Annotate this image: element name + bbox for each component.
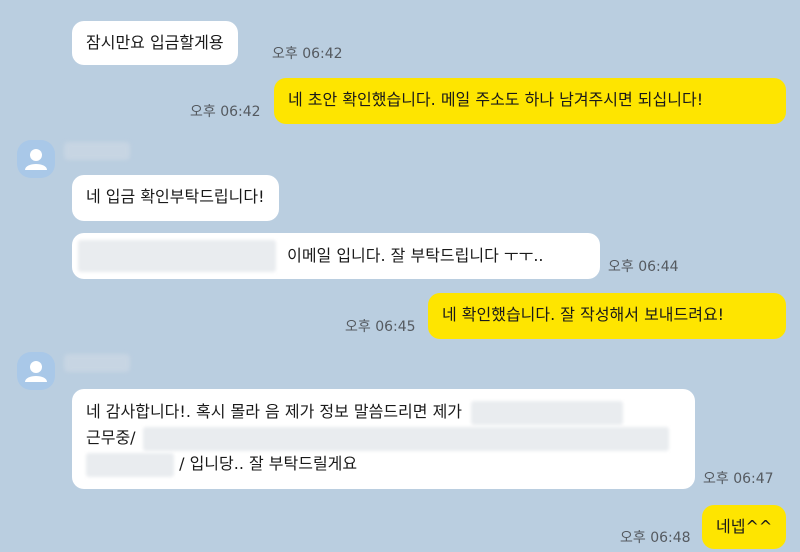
message-bubble-outgoing[interactable]: 네 확인했습니다. 잘 작성해서 보내드려요! (428, 293, 786, 339)
message-text: 잠시만요 입금할게용 (86, 33, 224, 52)
redacted-email (78, 240, 276, 272)
message-text: 네 초안 확인했습니다. 메일 주소도 하나 남겨주시면 되십니다! (288, 90, 704, 109)
message-timestamp: 오후 06:42 (272, 46, 343, 62)
message-bubble-incoming[interactable]: 이메일 입니다. 잘 부탁드립니다 ㅜㅜ.. (72, 233, 600, 279)
sender-name-redacted (64, 354, 130, 372)
message-timestamp: 오후 06:48 (620, 530, 691, 546)
message-text: 근무중/ (86, 428, 136, 447)
message-timestamp: 오후 06:42 (190, 104, 261, 120)
redacted-info (471, 400, 624, 425)
message-bubble-incoming[interactable]: 네 입금 확인부탁드립니다! (72, 175, 279, 221)
user-icon (25, 149, 47, 170)
sender-name-redacted (64, 142, 130, 160)
message-line: 네 감사합니다!. 혹시 몰라 음 제가 정보 말씀드리면 제가 (86, 399, 681, 425)
message-text: 네 확인했습니다. 잘 작성해서 보내드려요! (442, 305, 725, 324)
message-text: 네 입금 확인부탁드립니다! (86, 187, 265, 206)
message-timestamp: 오후 06:47 (703, 471, 774, 487)
avatar[interactable] (17, 140, 55, 178)
message-timestamp: 오후 06:45 (345, 319, 416, 335)
message-line: / 입니당.. 잘 부탁드릴게요 (86, 451, 681, 477)
message-text: 네넵^^ (716, 517, 773, 536)
message-text: / 입니당.. 잘 부탁드릴게요 (179, 454, 358, 473)
user-icon (25, 361, 47, 382)
message-bubble-incoming[interactable]: 네 감사합니다!. 혹시 몰라 음 제가 정보 말씀드리면 제가 근무중/ / … (72, 389, 695, 489)
redacted-info (86, 452, 174, 477)
redacted-info (142, 426, 669, 451)
message-bubble-outgoing[interactable]: 네넵^^ (702, 505, 786, 549)
message-text: 이메일 입니다. 잘 부탁드립니다 ㅜㅜ.. (287, 246, 544, 265)
avatar[interactable] (17, 352, 55, 390)
message-text: 네 감사합니다!. 혹시 몰라 음 제가 정보 말씀드리면 제가 (86, 402, 463, 421)
message-bubble-outgoing[interactable]: 네 초안 확인했습니다. 메일 주소도 하나 남겨주시면 되십니다! (274, 78, 786, 124)
message-timestamp: 오후 06:44 (608, 259, 679, 275)
message-line: 근무중/ (86, 425, 681, 451)
message-bubble-incoming[interactable]: 잠시만요 입금할게용 (72, 21, 238, 65)
